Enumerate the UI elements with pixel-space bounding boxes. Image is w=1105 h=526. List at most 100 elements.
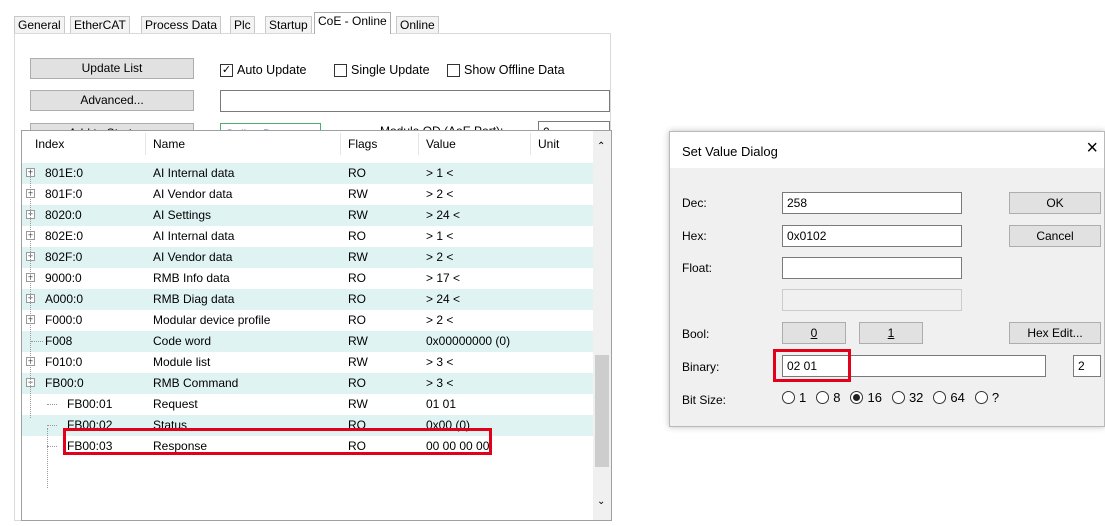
row-value: 0x00000000 (0) bbox=[426, 334, 511, 348]
checkbox-empty-icon bbox=[447, 63, 460, 77]
bool-label: Bool: bbox=[682, 327, 710, 341]
table-row[interactable]: − FB00:0 RMB Command RO > 3 < bbox=[22, 373, 594, 394]
bit-size-radio[interactable]: ? bbox=[974, 390, 999, 405]
dialog-titlebar: Set Value Dialog × bbox=[670, 132, 1104, 168]
hex-label: Hex: bbox=[682, 229, 707, 243]
table-row[interactable]: + F010:0 Module list RW > 3 < bbox=[22, 352, 594, 373]
row-index: 802F:0 bbox=[45, 250, 83, 264]
row-flags: RO bbox=[348, 271, 366, 285]
tab-ethercat[interactable]: EtherCAT bbox=[70, 16, 130, 33]
row-flags: RW bbox=[348, 250, 368, 264]
row-flags: RW bbox=[348, 355, 368, 369]
row-name: AI Internal data bbox=[153, 166, 235, 180]
bit-size-radio[interactable]: 1 bbox=[782, 390, 806, 405]
row-name: Request bbox=[153, 397, 198, 411]
bit-size-radio[interactable]: 32 bbox=[891, 390, 924, 405]
row-value: > 3 < bbox=[426, 376, 454, 390]
highlight-binary-field bbox=[773, 349, 851, 382]
scroll-thumb[interactable] bbox=[595, 355, 609, 467]
bit-size-radio[interactable]: 16 bbox=[850, 390, 882, 405]
row-value: > 1 < bbox=[426, 166, 454, 180]
table-row[interactable]: +802F:0 AI Vendor data RW > 2 < bbox=[22, 247, 594, 268]
single-update-checkbox[interactable]: Single Update bbox=[334, 63, 430, 77]
row-value: > 2 < bbox=[426, 187, 454, 201]
float-extra-field bbox=[782, 289, 962, 311]
row-name: Code word bbox=[153, 334, 212, 348]
row-index: FB00:01 bbox=[67, 397, 113, 411]
bool-true-button[interactable]: 1 bbox=[859, 322, 923, 344]
bit-size-label-text: 32 bbox=[908, 390, 924, 405]
row-name: RMB Diag data bbox=[153, 292, 235, 306]
table-row[interactable]: +802E:0 AI Internal data RO > 1 < bbox=[22, 226, 594, 247]
show-offline-checkbox[interactable]: Show Offline Data bbox=[447, 63, 565, 77]
col-flags[interactable]: Flags bbox=[348, 137, 377, 151]
row-value: > 2 < bbox=[426, 313, 454, 327]
tab-plc[interactable]: Plc bbox=[230, 16, 255, 33]
tab-coe-online[interactable]: CoE - Online bbox=[314, 12, 391, 34]
tab-online[interactable]: Online bbox=[396, 16, 439, 33]
row-name: AI Vendor data bbox=[153, 250, 233, 264]
row-index: F008 bbox=[45, 334, 73, 348]
hex-field[interactable]: 0x0102 bbox=[782, 225, 962, 247]
set-value-dialog: Set Value Dialog × bbox=[669, 131, 1105, 427]
radio-icon bbox=[933, 391, 947, 404]
row-value: 01 01 bbox=[426, 397, 457, 411]
dec-field[interactable]: 258 bbox=[782, 192, 962, 214]
vertical-scrollbar[interactable]: ⌃ ⌄ bbox=[593, 131, 611, 520]
hex-edit-button[interactable]: Hex Edit... bbox=[1009, 322, 1101, 344]
radio-selected-icon bbox=[850, 391, 864, 404]
radio-icon bbox=[782, 391, 795, 404]
row-flags: RW bbox=[348, 187, 368, 201]
table-row[interactable]: FB00:01 Request RW 01 01 bbox=[22, 394, 594, 415]
close-icon[interactable]: × bbox=[1086, 138, 1098, 158]
row-index: A000:0 bbox=[45, 292, 84, 306]
table-row[interactable]: +801E:0 AI Internal data RO > 1 < bbox=[22, 163, 594, 184]
scroll-down-icon[interactable]: ⌄ bbox=[597, 496, 605, 507]
table-row[interactable]: F008 Code word RW 0x00000000 (0) bbox=[22, 331, 594, 352]
row-index: 801F:0 bbox=[45, 187, 83, 201]
row-flags: RW bbox=[348, 208, 368, 222]
list-header: Index Name Flags Value Unit bbox=[22, 131, 594, 157]
binary-length-field[interactable]: 2 bbox=[1073, 355, 1101, 377]
advanced-text-field[interactable] bbox=[220, 90, 610, 112]
row-index: 8020:0 bbox=[45, 208, 82, 222]
bit-size-radio-group: 1 8 16 32 64? bbox=[782, 390, 1003, 405]
row-index: FB00:0 bbox=[45, 376, 84, 390]
check-icon: ✓ bbox=[220, 63, 233, 77]
row-value: > 2 < bbox=[426, 250, 454, 264]
tab-general[interactable]: General bbox=[14, 16, 65, 33]
table-row[interactable]: + A000:0 RMB Diag data RO > 24 < bbox=[22, 289, 594, 310]
col-value[interactable]: Value bbox=[426, 137, 456, 151]
row-name: Module list bbox=[153, 355, 211, 369]
row-index: F010:0 bbox=[45, 355, 83, 369]
tab-startup[interactable]: Startup bbox=[265, 16, 312, 33]
scroll-up-icon[interactable]: ⌃ bbox=[597, 141, 605, 152]
radio-icon bbox=[816, 391, 830, 404]
tab-process-data[interactable]: Process Data bbox=[141, 16, 222, 33]
table-row[interactable]: +8020:0 AI Settings RW > 24 < bbox=[22, 205, 594, 226]
table-row[interactable]: +9000:0 RMB Info data RO > 17 < bbox=[22, 268, 594, 289]
advanced-button[interactable]: Advanced... bbox=[30, 90, 194, 111]
object-list[interactable]: Index Name Flags Value Unit +801E:0 AI In… bbox=[21, 130, 612, 521]
row-index: F000:0 bbox=[45, 313, 83, 327]
radio-icon bbox=[891, 391, 905, 404]
row-flags: RO bbox=[348, 292, 366, 306]
auto-update-checkbox[interactable]: ✓ Auto Update bbox=[220, 63, 307, 77]
radio-icon bbox=[974, 391, 988, 404]
ok-button[interactable]: OK bbox=[1009, 192, 1101, 214]
row-flags: RW bbox=[348, 397, 368, 411]
update-list-button[interactable]: Update List bbox=[30, 58, 194, 79]
float-field[interactable] bbox=[782, 257, 962, 279]
auto-update-label: Auto Update bbox=[237, 63, 307, 77]
table-row[interactable]: + F000:0 Modular device profile RO > 2 < bbox=[22, 310, 594, 331]
single-update-label: Single Update bbox=[351, 63, 430, 77]
cancel-button[interactable]: Cancel bbox=[1009, 225, 1101, 247]
bit-size-radio[interactable]: 64 bbox=[933, 390, 965, 405]
bit-size-radio[interactable]: 8 bbox=[816, 390, 840, 405]
col-index[interactable]: Index bbox=[35, 137, 64, 151]
bool-false-button[interactable]: 0 bbox=[782, 322, 846, 344]
col-unit[interactable]: Unit bbox=[538, 137, 559, 151]
table-row[interactable]: +801F:0 AI Vendor data RW > 2 < bbox=[22, 184, 594, 205]
row-value: > 24 < bbox=[426, 208, 461, 222]
col-name[interactable]: Name bbox=[153, 137, 185, 151]
